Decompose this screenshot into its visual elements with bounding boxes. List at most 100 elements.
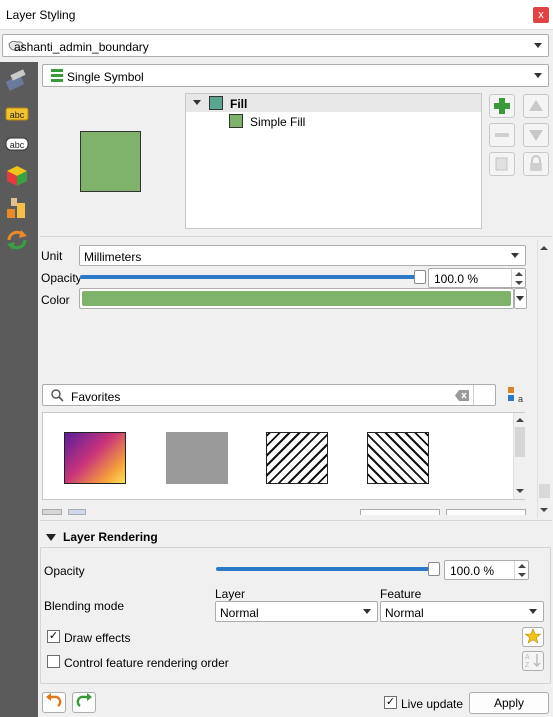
scrollbar-thumb[interactable] <box>539 484 550 498</box>
labels-abc-icon[interactable]: abc <box>5 132 29 156</box>
draw-effects-checkbox[interactable]: ✓ <box>47 630 60 643</box>
renderer-select-value: Single Symbol <box>67 70 144 84</box>
title-bar: Layer Styling x <box>0 0 553 30</box>
feature-blend-select[interactable]: Normal <box>380 601 544 622</box>
opacity-slider-handle[interactable] <box>414 270 426 284</box>
add-icon <box>494 98 510 114</box>
divider <box>40 236 552 237</box>
layer-select[interactable]: ashanti_admin_boundary <box>2 34 549 57</box>
svg-text:a: a <box>518 394 523 404</box>
rendering-opacity-slider[interactable] <box>216 567 434 571</box>
gallery-scrollbar[interactable] <box>513 413 525 499</box>
chevron-down-icon <box>516 295 524 301</box>
opacity-slider[interactable] <box>80 275 420 279</box>
layer-blend-value: Normal <box>220 606 259 620</box>
symbol-preview <box>80 131 141 192</box>
style-manager-icon[interactable]: a <box>507 386 523 404</box>
remove-symbol-layer-button[interactable] <box>489 123 515 147</box>
gallery-item-hatch-right[interactable] <box>266 432 328 484</box>
symbol-gallery <box>42 412 525 500</box>
diagrams-icon[interactable] <box>5 196 29 220</box>
redo-icon <box>76 693 92 707</box>
clear-search-icon[interactable] <box>455 390 469 401</box>
renderer-select[interactable]: Single Symbol <box>42 64 549 87</box>
opacity-value: 100.0 % <box>434 272 479 286</box>
symbology-icon[interactable] <box>5 68 29 92</box>
gallery-item-gradient[interactable] <box>64 432 126 484</box>
move-up-button[interactable] <box>523 94 549 118</box>
list-view-button[interactable] <box>42 509 62 515</box>
save-symbol-button[interactable] <box>360 509 440 515</box>
icon-view-button[interactable] <box>68 509 86 515</box>
feature-column-label: Feature <box>380 587 422 601</box>
sort-icon: A Z <box>525 654 541 669</box>
opacity-slider-fill <box>80 275 420 279</box>
close-button[interactable]: x <box>533 7 549 23</box>
arrow-down-icon <box>529 130 543 141</box>
history-icon[interactable] <box>5 228 29 252</box>
labels-icon[interactable]: abc <box>5 102 29 126</box>
chevron-down-icon <box>534 42 542 48</box>
single-symbol-icon <box>51 69 63 82</box>
collapse-arrow-icon[interactable] <box>46 534 56 541</box>
layer-column-label: Layer <box>215 587 246 601</box>
tree-item-fill[interactable]: Fill <box>230 97 247 111</box>
define-order-button[interactable]: A Z <box>522 651 544 671</box>
apply-button[interactable]: Apply <box>469 692 549 714</box>
control-order-label: Control feature rendering order <box>64 656 229 670</box>
gallery-item-hatch-left[interactable] <box>367 432 429 484</box>
simple-fill-swatch <box>229 114 243 128</box>
duplicate-icon <box>495 157 508 171</box>
star-icon <box>524 628 542 644</box>
move-down-button[interactable] <box>523 123 549 147</box>
effects-settings-button[interactable] <box>522 627 544 647</box>
duplicate-layer-button[interactable] <box>489 152 515 176</box>
redo-button[interactable] <box>72 692 96 713</box>
svg-text:Z: Z <box>525 662 530 668</box>
unit-select[interactable]: Millimeters <box>79 245 526 266</box>
chevron-down-icon <box>534 72 542 78</box>
layer-rendering-title[interactable]: Layer Rendering <box>63 530 158 544</box>
unit-select-value: Millimeters <box>84 250 142 264</box>
feature-blend-value: Normal <box>385 606 424 620</box>
live-update-checkbox[interactable]: ✓ <box>384 696 397 709</box>
svg-text:abc: abc <box>10 110 25 120</box>
control-order-checkbox[interactable] <box>47 655 60 668</box>
fill-swatch <box>209 96 223 110</box>
color-dropdown-button[interactable] <box>514 288 527 309</box>
opacity-spinbox[interactable]: 100.0 % <box>428 268 526 288</box>
style-sidebar: abc abc <box>0 62 38 717</box>
layer-select-value: ashanti_admin_boundary <box>14 40 149 54</box>
symbol-search-input[interactable]: Favorites <box>42 384 496 406</box>
tree-item-simple-fill[interactable]: Simple Fill <box>250 115 305 129</box>
rendering-opacity-handle[interactable] <box>428 562 440 576</box>
symbol-layer-tree: Fill Simple Fill <box>185 93 482 229</box>
add-symbol-layer-button[interactable] <box>489 94 515 118</box>
color-label: Color <box>41 293 70 307</box>
arrow-up-icon <box>529 100 543 111</box>
layer-blend-select[interactable]: Normal <box>215 601 378 622</box>
rendering-opacity-value: 100.0 % <box>450 564 495 578</box>
rendering-opacity-slider-fill <box>216 567 434 571</box>
3d-view-icon[interactable] <box>5 164 29 188</box>
symbol-properties: Unit Millimeters Opacity 100.0 % Color <box>40 238 536 378</box>
remove-icon <box>495 133 509 137</box>
lock-layer-button[interactable] <box>523 152 549 176</box>
search-icon <box>51 389 64 402</box>
undo-icon <box>46 693 62 707</box>
undo-button[interactable] <box>42 692 66 713</box>
rendering-opacity-spinbox[interactable]: 100.0 % <box>444 560 529 580</box>
window-title: Layer Styling <box>6 8 76 22</box>
advanced-button[interactable] <box>446 509 526 515</box>
chevron-down-icon <box>363 608 371 614</box>
divider <box>40 520 552 521</box>
chevron-down-icon <box>529 608 537 614</box>
live-update-label: Live update <box>401 697 464 711</box>
properties-scrollbar[interactable] <box>537 240 550 518</box>
blending-mode-label: Blending mode <box>44 599 125 613</box>
draw-effects-label: Draw effects <box>64 631 131 645</box>
collapse-arrow-icon[interactable] <box>193 100 201 105</box>
color-button[interactable] <box>79 288 514 309</box>
gallery-item-gray[interactable] <box>166 432 228 484</box>
lock-icon <box>530 155 542 171</box>
